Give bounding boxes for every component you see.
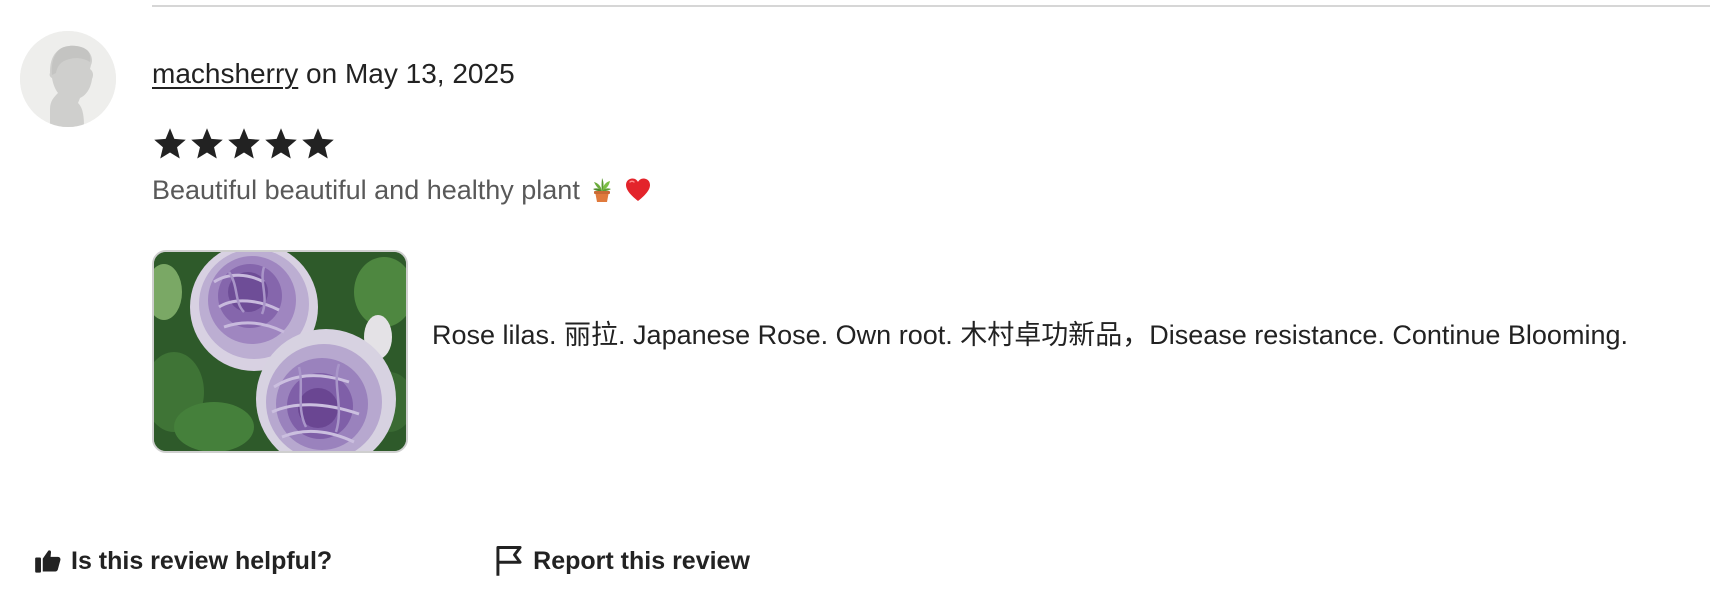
review-text: Beautiful beautiful and healthy plant xyxy=(152,172,652,208)
red-heart-emoji xyxy=(624,176,652,204)
star-rating xyxy=(152,126,336,162)
review-page: machsherry on May 13, 2025 Beautiful bea… xyxy=(0,0,1710,614)
review-text-content: Beautiful beautiful and healthy plant xyxy=(152,175,580,205)
flag-icon xyxy=(496,545,522,576)
top-divider xyxy=(152,5,1710,7)
review-actions: Is this review helpful? Report this revi… xyxy=(34,541,750,581)
star-icon xyxy=(265,128,297,159)
star-icon xyxy=(228,128,260,159)
helpful-label: Is this review helpful? xyxy=(71,546,333,575)
review-date: on May 13, 2025 xyxy=(298,58,515,89)
reviewer-username-link[interactable]: machsherry xyxy=(152,58,298,89)
star-icon xyxy=(154,128,186,159)
rose-photo-thumbnail xyxy=(154,252,406,451)
reviewer-avatar[interactable] xyxy=(20,31,116,127)
review-byline: machsherry on May 13, 2025 xyxy=(152,56,515,92)
star-icon xyxy=(302,128,334,159)
report-label: Report this review xyxy=(533,546,750,575)
review-photo-thumbnail[interactable] xyxy=(152,250,408,453)
thumbs-up-icon xyxy=(35,550,61,573)
helpful-button[interactable]: Is this review helpful? xyxy=(34,541,332,581)
default-avatar-icon xyxy=(20,31,116,127)
photo-caption: Rose lilas. 丽拉. Japanese Rose. Own root.… xyxy=(432,320,1628,350)
star-icon xyxy=(191,128,223,159)
report-button[interactable]: Report this review xyxy=(494,541,750,581)
potted-plant-emoji xyxy=(588,176,616,204)
